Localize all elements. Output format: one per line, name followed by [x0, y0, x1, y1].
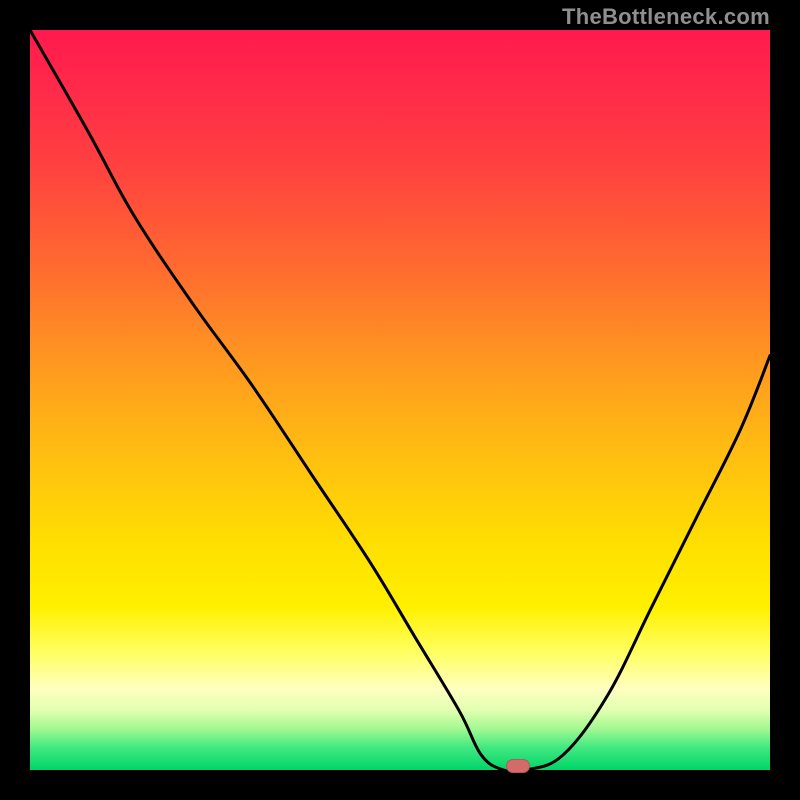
watermark-text: TheBottleneck.com [562, 4, 770, 30]
optimal-marker [506, 759, 530, 773]
bottleneck-curve [30, 30, 770, 770]
plot-area [30, 30, 770, 770]
curve-svg [30, 30, 770, 770]
chart-frame: TheBottleneck.com [0, 0, 800, 800]
